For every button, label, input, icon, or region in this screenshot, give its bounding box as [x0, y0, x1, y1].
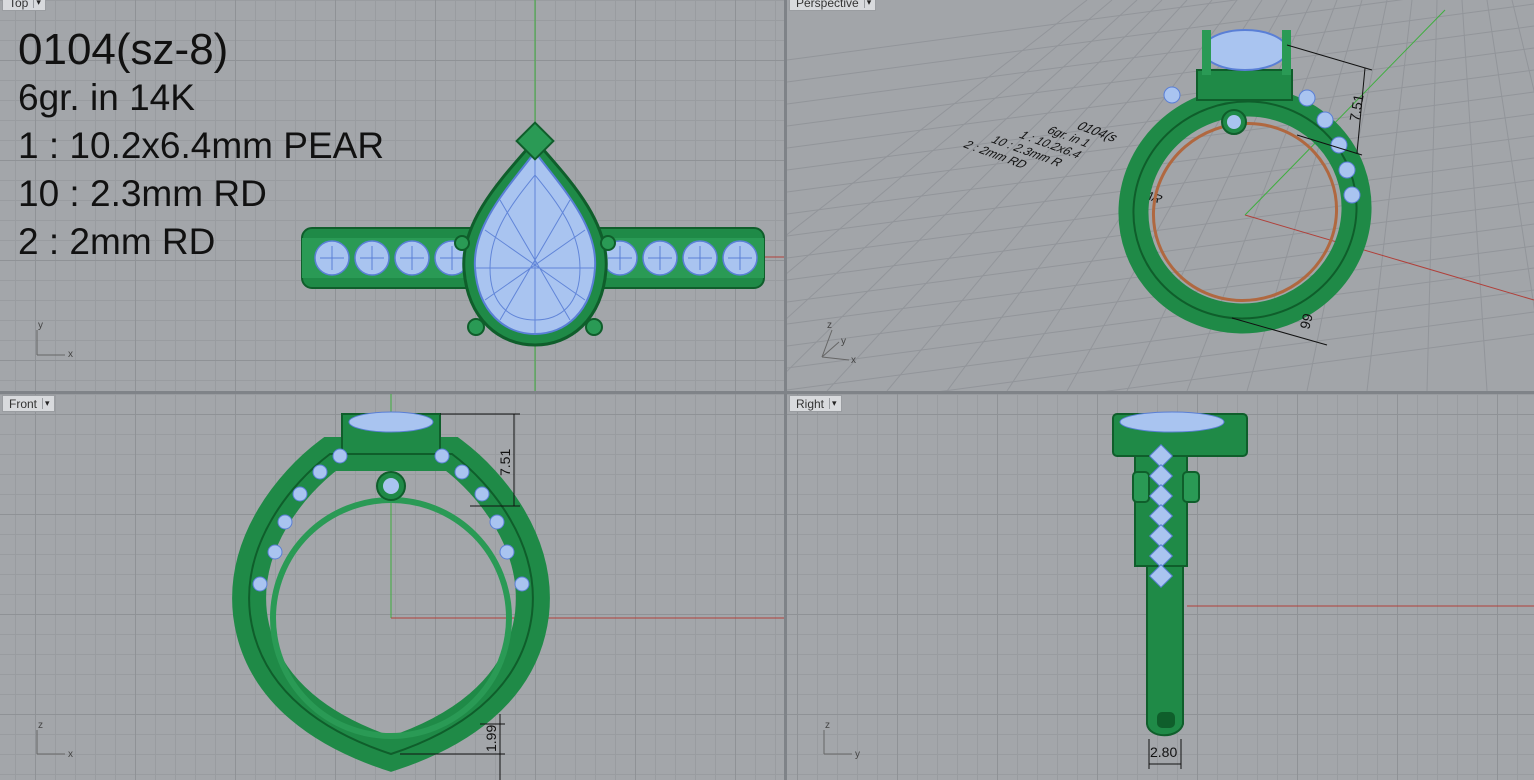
spec-side-stones: 10 : 2.3mm RD: [18, 173, 267, 214]
grid-line: [787, 0, 1113, 274]
grid-line: [1366, 0, 1413, 391]
grid-line: [787, 0, 1239, 61]
dropdown-arrow-icon[interactable]: ▾: [42, 398, 50, 409]
band-stone: [1343, 186, 1361, 204]
pear-head-top: [454, 121, 616, 347]
axis-label-z: z: [38, 720, 43, 731]
grid-line: [787, 0, 1163, 372]
dropdown-arrow-icon[interactable]: ▾: [829, 398, 837, 409]
band-stone: [1298, 89, 1316, 107]
band-stone: [267, 544, 283, 560]
perspective-scene: 0104(s 6gr. in 1 1 : 10.2x6.4 10 : 2.3mm…: [787, 0, 1534, 391]
viewport-title: Right: [796, 396, 825, 411]
right-dimension-width: 2.80: [1148, 739, 1182, 769]
viewport-title: Front: [9, 396, 38, 411]
axis-label-x: x: [68, 749, 73, 760]
band-stone: [489, 514, 505, 530]
front-scene: 7.51 1.99 z x: [36, 394, 784, 780]
band-stone: [277, 514, 293, 530]
viewport-right[interactable]: 2.80 z y Right ▾: [787, 394, 1534, 780]
spec-model-number: 0104(sz-8): [18, 25, 229, 74]
band-stone: [454, 464, 470, 480]
band-stone: [312, 464, 328, 480]
front-dim-height-value: 7.51: [497, 449, 513, 476]
band-stone: [292, 486, 308, 502]
axis-label-y: y: [841, 336, 846, 347]
axis-label-x: x: [851, 355, 856, 366]
grid-line: [1461, 0, 1488, 391]
band-stone: [252, 576, 268, 592]
band-stone: [474, 486, 490, 502]
axis-label-y: y: [38, 320, 43, 331]
viewport-title: Top: [9, 0, 29, 10]
spec-accent-stones: 2 : 2mm RD: [18, 221, 216, 262]
grid-line: [787, 25, 1534, 127]
ring-spec-annotation: 0104(sz-8) 6gr. in 14K 1 : 10.2x6.4mm PE…: [18, 26, 384, 266]
viewport-title: Perspective: [796, 0, 859, 10]
axis-gizmo-right: z y: [823, 720, 860, 760]
viewport-perspective[interactable]: 0104(s 6gr. in 1 1 : 10.2x6.4 10 : 2.3mm…: [787, 0, 1534, 391]
band-stone: [332, 448, 348, 464]
dropdown-arrow-icon[interactable]: ▾: [33, 0, 41, 8]
band-stone: [1316, 111, 1334, 129]
axis-label-z: z: [825, 720, 830, 731]
viewport-label-front[interactable]: Front ▾: [2, 395, 55, 412]
grid-line: [1511, 0, 1534, 93]
viewport-label-top[interactable]: Top ▾: [2, 0, 46, 11]
grid-line: [787, 3, 1534, 105]
persp-dim-height-value: 7.51: [1346, 93, 1367, 123]
band-stone: [434, 448, 450, 464]
band-stone: [1330, 136, 1348, 154]
viewport-label-right[interactable]: Right ▾: [789, 395, 842, 412]
axis-gizmo-front: z x: [36, 720, 73, 760]
spec-center-stone: 1 : 10.2x6.4mm PEAR: [18, 125, 385, 166]
grid-line: [940, 311, 1534, 391]
axis-gizmo-top: y x: [36, 320, 73, 360]
right-scene: 2.80 z y: [823, 411, 1534, 769]
grid-line: [787, 289, 1534, 391]
right-dim-width-value: 2.80: [1150, 744, 1177, 760]
band-stone: [1338, 161, 1356, 179]
ring-right: [1112, 411, 1248, 737]
band-stone: [514, 576, 530, 592]
grid-line: [787, 157, 1534, 259]
band-stone: [1163, 86, 1181, 104]
viewport-grid: y x Top ▾ 0104(sz-8) 6gr. in 14K 1 : 10.…: [0, 0, 1534, 780]
viewport-top[interactable]: y x Top ▾ 0104(sz-8) 6gr. in 14K 1 : 10.…: [0, 0, 784, 391]
band-stone: [499, 544, 515, 560]
grid-line: [1426, 0, 1438, 391]
spec-weight: 6gr. in 14K: [18, 77, 195, 118]
dropdown-arrow-icon[interactable]: ▾: [863, 0, 871, 8]
persp-dim-bottom-value: 99: [1296, 311, 1316, 330]
front-dim-bottom-value: 1.99: [483, 725, 499, 752]
axis-label-x: x: [68, 349, 73, 360]
axis-label-z: z: [827, 320, 832, 331]
axis-label-y: y: [855, 749, 860, 760]
viewport-label-perspective[interactable]: Perspective ▾: [789, 0, 877, 11]
axis-gizmo-persp: z y x: [821, 320, 856, 366]
grid-line: [1486, 0, 1534, 310]
viewport-front[interactable]: 7.51 1.99 z x Front ▾: [0, 394, 784, 780]
